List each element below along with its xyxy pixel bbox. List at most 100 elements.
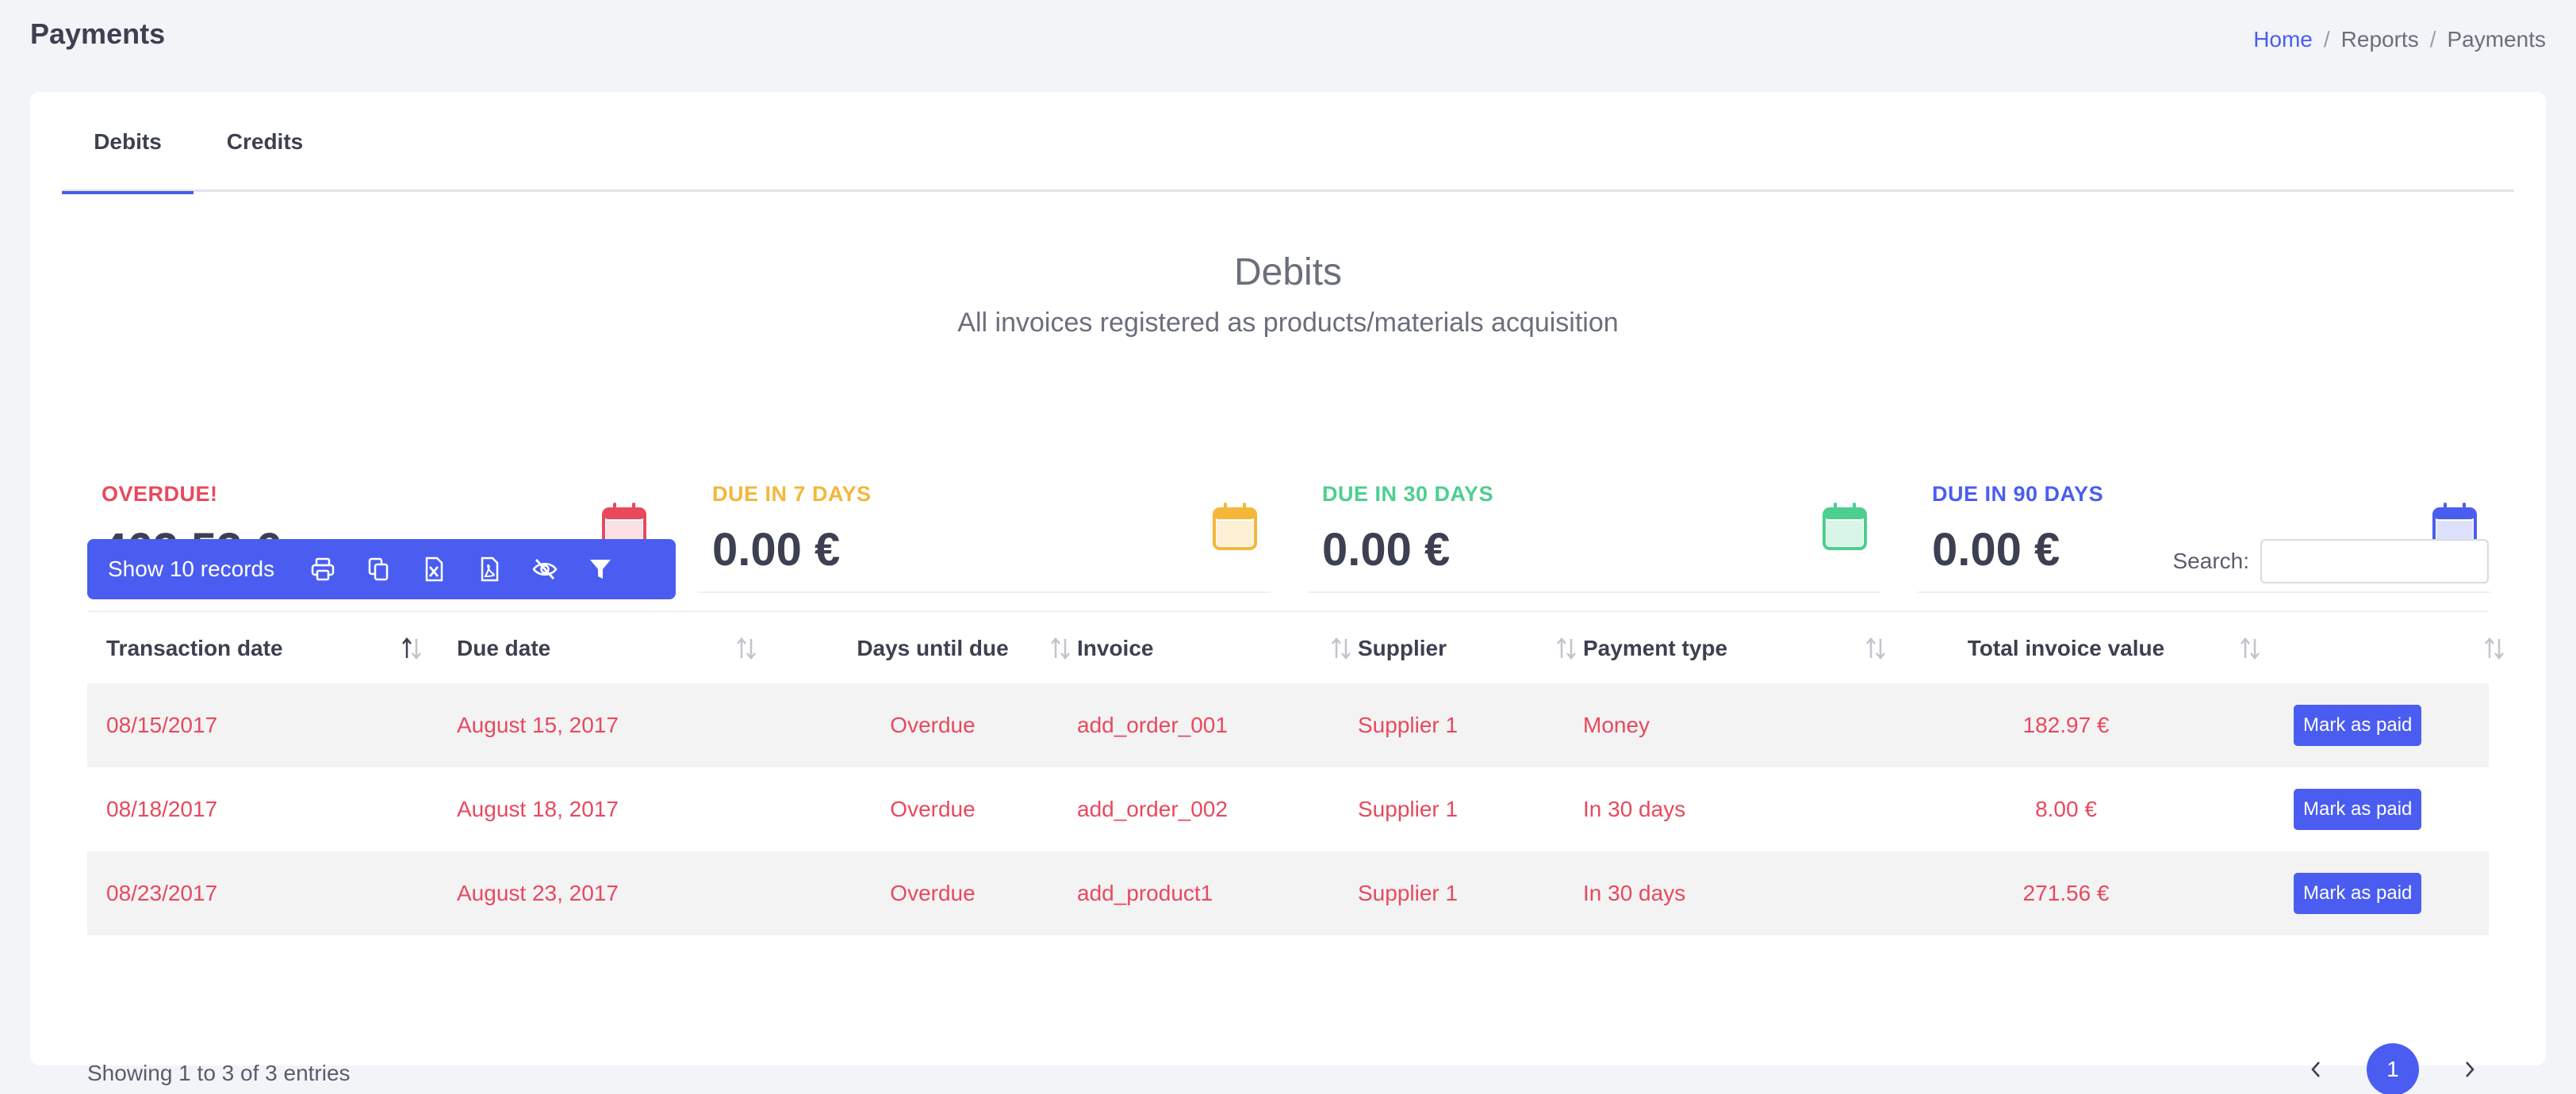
cell-total: 271.56 € <box>2022 881 2110 905</box>
chevron-left-icon <box>2311 1061 2320 1077</box>
mark-as-paid-button[interactable]: Mark as paid <box>2294 789 2422 830</box>
cell-action: Mark as paid <box>2294 683 2422 767</box>
stat-value: 0.00 € <box>1932 524 2060 576</box>
search-input[interactable] <box>2260 539 2489 583</box>
stat-value: 0.00 € <box>1322 524 1451 576</box>
column-label: Total invoice value <box>1967 636 2165 660</box>
sort-active-icon[interactable] <box>400 636 424 661</box>
cell-supplier: Supplier 1 <box>1358 881 1459 905</box>
pagination: 1 <box>2297 1043 2489 1094</box>
breadcrumb-home[interactable]: Home <box>2253 27 2313 52</box>
cell-invoice: add_order_002 <box>1077 797 1228 821</box>
filter-button[interactable] <box>573 539 628 599</box>
sort-icon[interactable] <box>1329 636 1353 661</box>
col-total-invoice-value[interactable]: Total invoice value <box>1892 612 2240 685</box>
stat-due-30: DUE IN 30 DAYS 0.00 € <box>1308 381 1880 593</box>
cell-transaction-date: 08/23/2017 <box>106 881 218 905</box>
column-label: Transaction date <box>106 636 283 660</box>
col-invoice[interactable]: Invoice <box>1077 612 1153 685</box>
cell-invoice: add_product1 <box>1077 881 1213 905</box>
breadcrumb: Home / Reports / Payments <box>2253 27 2546 52</box>
print-button[interactable] <box>295 539 351 599</box>
mark-as-paid-button[interactable]: Mark as paid <box>2294 873 2422 914</box>
copy-icon <box>368 557 389 581</box>
col-supplier[interactable]: Supplier <box>1358 612 1447 685</box>
table-row: 08/15/2017 August 15, 2017 Overdue add_o… <box>87 683 2489 767</box>
col-transaction-date[interactable]: Transaction date <box>106 612 283 685</box>
cell-total: 182.97 € <box>2022 713 2110 737</box>
cell-supplier: Supplier 1 <box>1358 797 1459 821</box>
debits-table: Transaction date Due date Days until due… <box>87 610 2504 935</box>
col-due-date[interactable]: Due date <box>457 612 550 685</box>
stat-label: OVERDUE! <box>102 482 218 506</box>
cell-payment-type: In 30 days <box>1583 881 1686 905</box>
cell-supplier: Supplier 1 <box>1358 713 1459 737</box>
chevron-right-icon <box>2466 1061 2474 1077</box>
cell-due-date: August 23, 2017 <box>457 881 619 905</box>
table-toolbar: Show 10 records <box>87 539 676 599</box>
pdf-button[interactable] <box>462 539 517 599</box>
cell-due-date: August 18, 2017 <box>457 797 619 821</box>
tab-bar: Debits Credits <box>62 92 2514 194</box>
sort-icon[interactable] <box>1048 636 1072 661</box>
stat-value: 0.00 € <box>712 524 841 576</box>
next-page-button[interactable] <box>2451 1044 2489 1094</box>
excel-icon <box>425 557 443 582</box>
table-row: 08/23/2017 August 23, 2017 Overdue add_p… <box>87 851 2489 935</box>
excel-button[interactable] <box>406 539 462 599</box>
tab-debits[interactable]: Debits <box>62 92 194 194</box>
cell-days-until-due: Overdue <box>890 881 976 905</box>
copy-button[interactable] <box>351 539 406 599</box>
tab-credits[interactable]: Credits <box>194 92 336 192</box>
cell-transaction-date: 08/18/2017 <box>106 797 218 821</box>
page-title: Payments <box>30 17 166 50</box>
page-button[interactable]: 1 <box>2367 1043 2419 1094</box>
cell-transaction-date: 08/15/2017 <box>106 713 218 737</box>
cell-invoice: add_order_001 <box>1077 713 1228 737</box>
breadcrumb-separator: / <box>2429 27 2436 52</box>
column-label: Due date <box>457 636 551 660</box>
mark-as-paid-button[interactable]: Mark as paid <box>2294 705 2422 746</box>
calendar-icon <box>1213 503 1257 550</box>
hide-columns-icon <box>532 559 558 580</box>
breadcrumb-reports: Reports <box>2340 27 2419 52</box>
previous-page-button[interactable] <box>2297 1044 2335 1094</box>
cell-payment-type: In 30 days <box>1583 797 1686 821</box>
stat-due-7: DUE IN 7 DAYS 0.00 € <box>698 381 1271 593</box>
column-label: Days until due <box>857 636 1009 660</box>
search-group: Search: <box>2173 539 2489 583</box>
sort-icon[interactable] <box>1554 636 1578 661</box>
column-label: Supplier <box>1358 636 1447 660</box>
sort-icon[interactable] <box>2238 636 2262 661</box>
section-heading: Debits <box>1233 251 1343 293</box>
cell-total: 8.00 € <box>2035 797 2097 821</box>
breadcrumb-separator: / <box>2323 27 2330 52</box>
sort-icon[interactable] <box>1864 636 1888 661</box>
col-days-until-due[interactable]: Days until due <box>801 612 1064 685</box>
stat-label: DUE IN 7 DAYS <box>712 482 872 506</box>
cell-action: Mark as paid <box>2294 767 2422 851</box>
sort-icon[interactable] <box>734 636 758 661</box>
calendar-icon <box>1823 503 1867 550</box>
table-row: 08/18/2017 August 18, 2017 Overdue add_o… <box>87 767 2489 851</box>
column-label: Payment type <box>1583 636 1728 660</box>
pdf-icon <box>481 557 499 582</box>
stat-label: DUE IN 30 DAYS <box>1322 482 1494 506</box>
stat-label: DUE IN 90 DAYS <box>1932 482 2104 506</box>
section-subtitle: All invoices registered as products/mate… <box>957 308 1619 338</box>
table-header: Transaction date Due date Days until due… <box>87 610 2504 685</box>
cell-days-until-due: Overdue <box>890 713 976 737</box>
table-info: Showing 1 to 3 of 3 entries <box>87 1061 351 1085</box>
cell-payment-type: Money <box>1583 713 1650 737</box>
cell-action: Mark as paid <box>2294 851 2422 935</box>
print-icon <box>311 557 335 581</box>
filter-icon <box>590 560 611 579</box>
payments-card: Debits Credits Debits All invoices regis… <box>30 92 2546 1094</box>
cell-days-until-due: Overdue <box>890 797 976 821</box>
cell-due-date: August 15, 2017 <box>457 713 619 737</box>
column-visibility-button[interactable] <box>517 539 573 599</box>
sort-icon[interactable] <box>2482 636 2506 661</box>
breadcrumb-payments: Payments <box>2447 27 2547 52</box>
col-payment-type[interactable]: Payment type <box>1583 612 1727 685</box>
show-records-button[interactable]: Show 10 records <box>87 539 295 599</box>
